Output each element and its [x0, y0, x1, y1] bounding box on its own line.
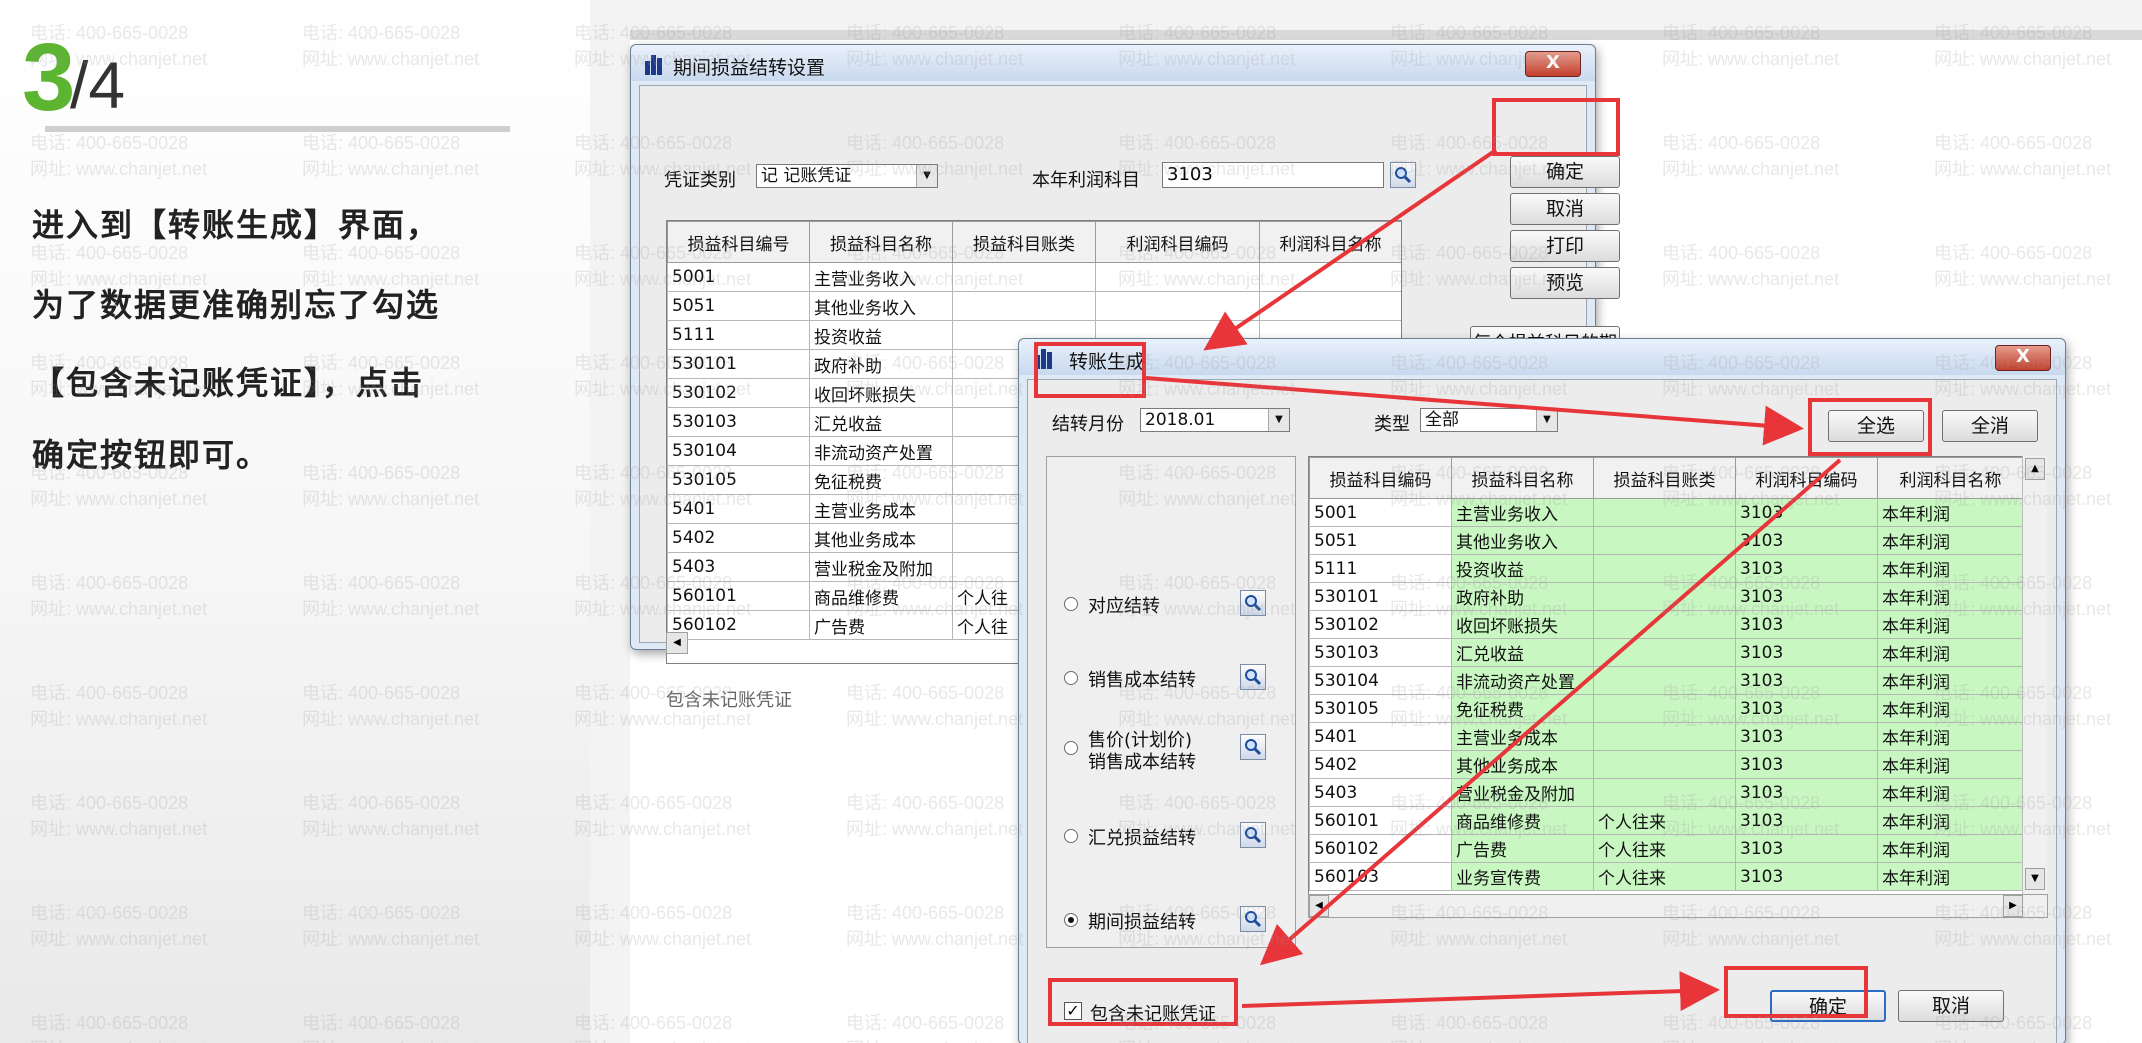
annotation-arrows: [1145, 148, 1842, 1012]
arrow-to-transfer-dialog: [1203, 148, 1498, 351]
arrow-to-ok-button: [1241, 971, 1720, 1012]
page: 3 /4 进入到【转账生成】界面， 为了数据更准确别忘了勾选 【包含未记账凭证】…: [0, 0, 2142, 1043]
arrow-to-include-unposted: [1259, 458, 1842, 966]
arrow-to-select-all: [1145, 376, 1804, 446]
